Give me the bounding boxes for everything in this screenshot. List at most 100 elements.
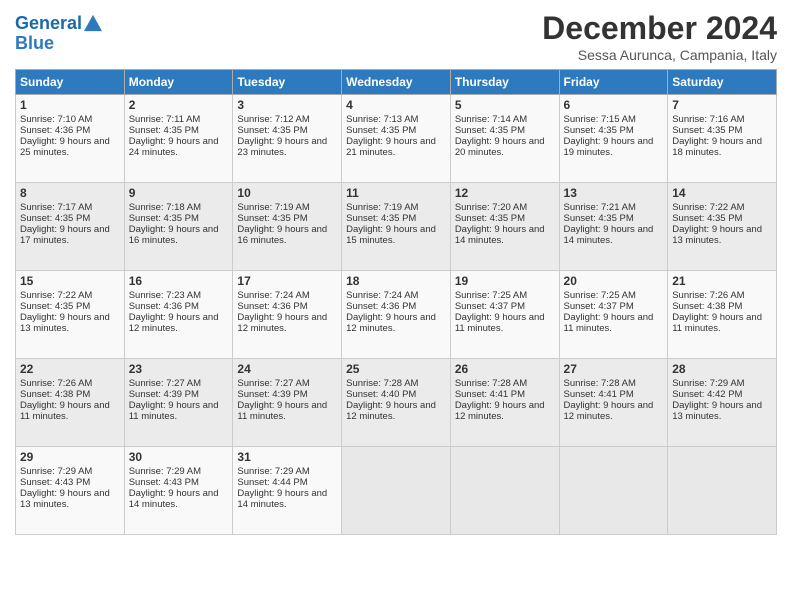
subtitle: Sessa Aurunca, Campania, Italy xyxy=(542,47,777,63)
logo-text2: Blue xyxy=(15,34,102,54)
col-thursday: Thursday xyxy=(450,70,559,95)
day-info: Sunrise: 7:26 AM Sunset: 4:38 PM Dayligh… xyxy=(672,290,772,334)
table-row xyxy=(450,447,559,535)
day-number: 11 xyxy=(346,186,446,200)
day-number: 6 xyxy=(564,98,664,112)
table-row: 22Sunrise: 7:26 AM Sunset: 4:38 PM Dayli… xyxy=(16,359,125,447)
table-row: 5 Sunrise: 7:14 AM Sunset: 4:35 PM Daylig… xyxy=(450,95,559,183)
table-row: 11 Sunrise: 7:19 AM Sunset: 4:35 PM Dayli… xyxy=(342,183,451,271)
table-row: 8 Sunrise: 7:17 AM Sunset: 4:35 PM Daylig… xyxy=(16,183,125,271)
day-info: Sunrise: 7:25 AM Sunset: 4:37 PM Dayligh… xyxy=(564,290,664,334)
day-number: 7 xyxy=(672,98,772,112)
logo: General Blue xyxy=(15,14,102,54)
day-number: 26 xyxy=(455,362,555,376)
table-row: 31Sunrise: 7:29 AM Sunset: 4:44 PM Dayli… xyxy=(233,447,342,535)
day-number: 22 xyxy=(20,362,120,376)
header-row: Sunday Monday Tuesday Wednesday Thursday… xyxy=(16,70,777,95)
table-row: 2 Sunrise: 7:11 AM Sunset: 4:35 PM Daylig… xyxy=(124,95,233,183)
day-number: 20 xyxy=(564,274,664,288)
page: General Blue December 2024 Sessa Aurunca… xyxy=(0,0,792,612)
day-info: Sunrise: 7:11 AM Sunset: 4:35 PM Dayligh… xyxy=(129,114,229,158)
week-row: 8 Sunrise: 7:17 AM Sunset: 4:35 PM Daylig… xyxy=(16,183,777,271)
table-row: 10 Sunrise: 7:19 AM Sunset: 4:35 PM Dayli… xyxy=(233,183,342,271)
table-row: 20 Sunrise: 7:25 AM Sunset: 4:37 PM Dayli… xyxy=(559,271,668,359)
week-row: 22Sunrise: 7:26 AM Sunset: 4:38 PM Dayli… xyxy=(16,359,777,447)
day-number: 17 xyxy=(237,274,337,288)
table-row: 21 Sunrise: 7:26 AM Sunset: 4:38 PM Dayli… xyxy=(668,271,777,359)
day-info: Sunrise: 7:18 AM Sunset: 4:35 PM Dayligh… xyxy=(129,202,229,246)
day-number: 19 xyxy=(455,274,555,288)
table-row: 12 Sunrise: 7:20 AM Sunset: 4:35 PM Dayli… xyxy=(450,183,559,271)
day-info: Sunrise: 7:28 AM Sunset: 4:41 PM Dayligh… xyxy=(564,378,664,422)
table-row xyxy=(559,447,668,535)
day-info: Sunrise: 7:27 AM Sunset: 4:39 PM Dayligh… xyxy=(129,378,229,422)
table-row: 27 Sunrise: 7:28 AM Sunset: 4:41 PM Dayli… xyxy=(559,359,668,447)
day-number: 28 xyxy=(672,362,772,376)
table-row xyxy=(668,447,777,535)
day-number: 31 xyxy=(237,450,337,464)
day-number: 9 xyxy=(129,186,229,200)
table-row: 30Sunrise: 7:29 AM Sunset: 4:43 PM Dayli… xyxy=(124,447,233,535)
day-number: 18 xyxy=(346,274,446,288)
week-row: 29Sunrise: 7:29 AM Sunset: 4:43 PM Dayli… xyxy=(16,447,777,535)
table-row: 9 Sunrise: 7:18 AM Sunset: 4:35 PM Daylig… xyxy=(124,183,233,271)
day-number: 8 xyxy=(20,186,120,200)
day-info: Sunrise: 7:16 AM Sunset: 4:35 PM Dayligh… xyxy=(672,114,772,158)
day-number: 23 xyxy=(129,362,229,376)
day-info: Sunrise: 7:12 AM Sunset: 4:35 PM Dayligh… xyxy=(237,114,337,158)
col-friday: Friday xyxy=(559,70,668,95)
col-monday: Monday xyxy=(124,70,233,95)
table-row: 19Sunrise: 7:25 AM Sunset: 4:37 PM Dayli… xyxy=(450,271,559,359)
day-info: Sunrise: 7:21 AM Sunset: 4:35 PM Dayligh… xyxy=(564,202,664,246)
day-info: Sunrise: 7:28 AM Sunset: 4:41 PM Dayligh… xyxy=(455,378,555,422)
day-number: 21 xyxy=(672,274,772,288)
day-info: Sunrise: 7:19 AM Sunset: 4:35 PM Dayligh… xyxy=(237,202,337,246)
day-info: Sunrise: 7:29 AM Sunset: 4:42 PM Dayligh… xyxy=(672,378,772,422)
day-info: Sunrise: 7:14 AM Sunset: 4:35 PM Dayligh… xyxy=(455,114,555,158)
day-number: 3 xyxy=(237,98,337,112)
day-info: Sunrise: 7:29 AM Sunset: 4:43 PM Dayligh… xyxy=(20,466,120,510)
day-info: Sunrise: 7:24 AM Sunset: 4:36 PM Dayligh… xyxy=(346,290,446,334)
day-info: Sunrise: 7:20 AM Sunset: 4:35 PM Dayligh… xyxy=(455,202,555,246)
table-row: 16Sunrise: 7:23 AM Sunset: 4:36 PM Dayli… xyxy=(124,271,233,359)
day-number: 2 xyxy=(129,98,229,112)
day-number: 16 xyxy=(129,274,229,288)
day-number: 10 xyxy=(237,186,337,200)
col-saturday: Saturday xyxy=(668,70,777,95)
day-number: 14 xyxy=(672,186,772,200)
day-info: Sunrise: 7:19 AM Sunset: 4:35 PM Dayligh… xyxy=(346,202,446,246)
day-info: Sunrise: 7:13 AM Sunset: 4:35 PM Dayligh… xyxy=(346,114,446,158)
day-number: 30 xyxy=(129,450,229,464)
col-wednesday: Wednesday xyxy=(342,70,451,95)
calendar: Sunday Monday Tuesday Wednesday Thursday… xyxy=(15,69,777,535)
logo-text: General xyxy=(15,14,82,34)
table-row: 17 Sunrise: 7:24 AM Sunset: 4:36 PM Dayli… xyxy=(233,271,342,359)
day-info: Sunrise: 7:10 AM Sunset: 4:36 PM Dayligh… xyxy=(20,114,120,158)
table-row: 18 Sunrise: 7:24 AM Sunset: 4:36 PM Dayli… xyxy=(342,271,451,359)
day-number: 12 xyxy=(455,186,555,200)
logo-icon xyxy=(84,14,102,32)
table-row: 6 Sunrise: 7:15 AM Sunset: 4:35 PM Daylig… xyxy=(559,95,668,183)
day-info: Sunrise: 7:22 AM Sunset: 4:35 PM Dayligh… xyxy=(672,202,772,246)
day-number: 25 xyxy=(346,362,446,376)
table-row: 23 Sunrise: 7:27 AM Sunset: 4:39 PM Dayli… xyxy=(124,359,233,447)
day-info: Sunrise: 7:15 AM Sunset: 4:35 PM Dayligh… xyxy=(564,114,664,158)
table-row: 4 Sunrise: 7:13 AM Sunset: 4:35 PM Daylig… xyxy=(342,95,451,183)
table-row: 24Sunrise: 7:27 AM Sunset: 4:39 PM Dayli… xyxy=(233,359,342,447)
table-row: 15Sunrise: 7:22 AM Sunset: 4:35 PM Dayli… xyxy=(16,271,125,359)
table-row xyxy=(342,447,451,535)
day-info: Sunrise: 7:17 AM Sunset: 4:35 PM Dayligh… xyxy=(20,202,120,246)
day-number: 24 xyxy=(237,362,337,376)
table-row: 1Sunrise: 7:10 AM Sunset: 4:36 PM Daylig… xyxy=(16,95,125,183)
day-number: 27 xyxy=(564,362,664,376)
table-row: 3 Sunrise: 7:12 AM Sunset: 4:35 PM Daylig… xyxy=(233,95,342,183)
table-row: 25Sunrise: 7:28 AM Sunset: 4:40 PM Dayli… xyxy=(342,359,451,447)
table-row: 29Sunrise: 7:29 AM Sunset: 4:43 PM Dayli… xyxy=(16,447,125,535)
table-row: 26 Sunrise: 7:28 AM Sunset: 4:41 PM Dayli… xyxy=(450,359,559,447)
day-number: 5 xyxy=(455,98,555,112)
day-info: Sunrise: 7:24 AM Sunset: 4:36 PM Dayligh… xyxy=(237,290,337,334)
day-number: 4 xyxy=(346,98,446,112)
day-info: Sunrise: 7:22 AM Sunset: 4:35 PM Dayligh… xyxy=(20,290,120,334)
table-row: 13Sunrise: 7:21 AM Sunset: 4:35 PM Dayli… xyxy=(559,183,668,271)
table-row: 14 Sunrise: 7:22 AM Sunset: 4:35 PM Dayli… xyxy=(668,183,777,271)
